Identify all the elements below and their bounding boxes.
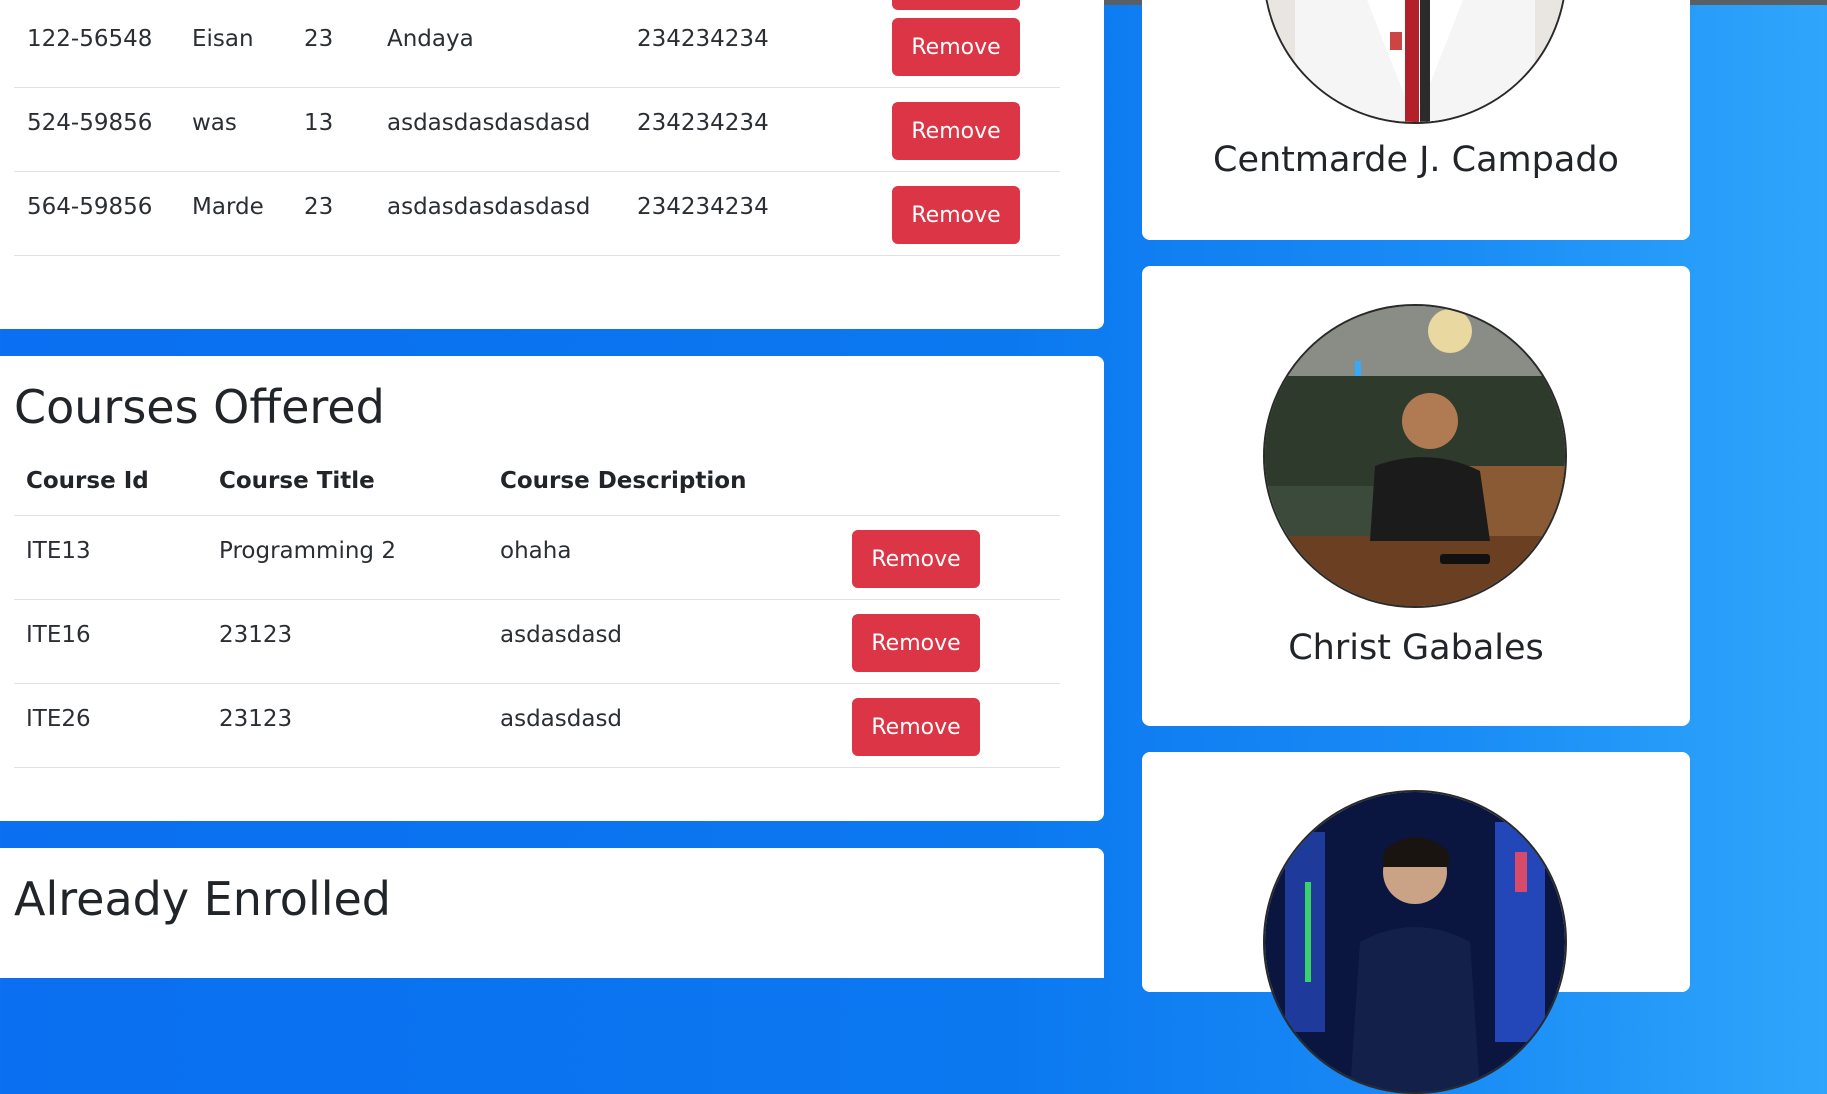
table-row: ITE13 Programming 2 ohaha Remove (14, 516, 1060, 600)
student-name: Marde (192, 194, 264, 220)
profile-card (1142, 752, 1690, 1094)
profile-name: Christ Gabales (1288, 628, 1544, 668)
course-description: asdasdasd (500, 706, 623, 732)
student-address: Andaya (387, 26, 474, 52)
profile-card: Christ Gabales (1142, 266, 1690, 726)
avatar-photo-icon (1265, 0, 1565, 122)
avatar-photo-icon (1265, 792, 1565, 1092)
enrolled-title: Already Enrolled (14, 872, 392, 926)
header-course-description: Course Description (500, 468, 747, 494)
table-row: 524-59856 was 13 asdasdasdasdasd 2342342… (14, 88, 1060, 172)
course-title: 23123 (219, 706, 293, 732)
remove-course-button[interactable]: Remove (852, 530, 980, 588)
student-id: 564-59856 (27, 194, 153, 220)
course-id: ITE13 (26, 538, 91, 564)
student-contact: 234234234 (637, 194, 769, 220)
courses-title: Courses Offered (14, 380, 385, 434)
remove-student-button[interactable]: Remove (892, 186, 1020, 244)
student-age: 23 (304, 26, 334, 52)
course-id: ITE16 (26, 622, 91, 648)
course-title: 23123 (219, 622, 293, 648)
courses-card: Courses Offered Course Id Course Title C… (0, 356, 1104, 821)
student-age: 23 (304, 194, 334, 220)
course-id: ITE26 (26, 706, 91, 732)
student-name: was (192, 110, 237, 136)
student-contact: 234234234 (637, 110, 769, 136)
student-address: asdasdasdasdasd (387, 194, 591, 220)
remove-student-button[interactable]: Remove (892, 102, 1020, 160)
avatar (1263, 304, 1567, 608)
table-row: 122-56548 Eisan 23 Andaya 234234234 Remo… (14, 4, 1060, 88)
avatar (1263, 0, 1567, 124)
student-name: Eisan (192, 26, 254, 52)
remove-course-button[interactable]: Remove (852, 698, 980, 756)
avatar (1263, 790, 1567, 1094)
header-course-id: Course Id (26, 468, 149, 494)
table-row: 564-59856 Marde 23 asdasdasdasdasd 23423… (14, 172, 1060, 256)
avatar-photo-icon (1265, 306, 1565, 606)
table-row: ITE26 23123 asdasdasd Remove (14, 684, 1060, 768)
student-address: asdasdasdasdasd (387, 110, 591, 136)
remove-course-button[interactable]: Remove (852, 614, 980, 672)
table-header-row: Course Id Course Title Course Descriptio… (14, 454, 1060, 516)
header-course-title: Course Title (219, 468, 375, 494)
student-id: 122-56548 (27, 26, 153, 52)
profile-name: Centmarde J. Campado (1213, 140, 1619, 180)
students-card: 122-56548 Eisan 23 Andaya 234234234 Remo… (0, 0, 1104, 329)
student-id: 524-59856 (27, 110, 153, 136)
remove-student-button[interactable]: Remove (892, 18, 1020, 76)
student-contact: 234234234 (637, 26, 769, 52)
table-row: ITE16 23123 asdasdasd Remove (14, 600, 1060, 684)
student-age: 13 (304, 110, 334, 136)
course-description: ohaha (500, 538, 572, 564)
profile-card: Centmarde J. Campado (1142, 0, 1690, 240)
enrolled-card: Already Enrolled (0, 848, 1104, 978)
course-description: asdasdasd (500, 622, 623, 648)
course-title: Programming 2 (219, 538, 396, 564)
